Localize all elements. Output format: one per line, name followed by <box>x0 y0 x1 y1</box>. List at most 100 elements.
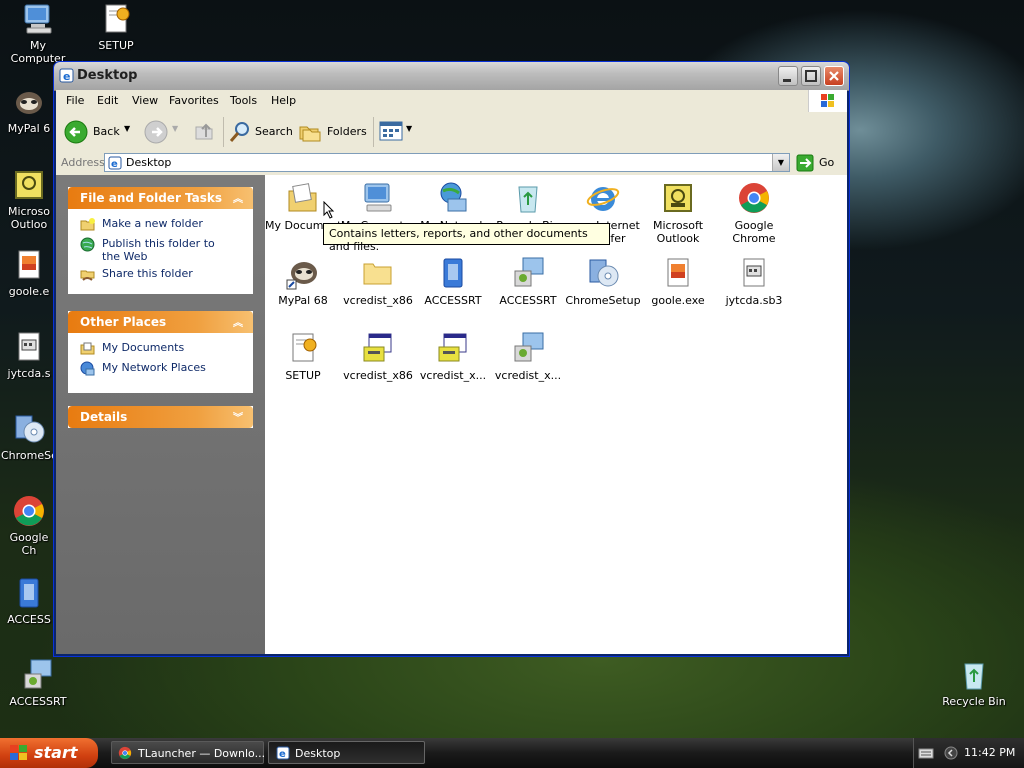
outlook-icon <box>661 181 695 215</box>
internet-explorer-icon <box>586 181 620 215</box>
desktop-icon-mypal[interactable]: MyPal 6 <box>1 85 57 135</box>
chevron-down-icon[interactable]: ▼ <box>406 124 412 133</box>
desktop-icon-label: MyPal 6 <box>7 122 51 135</box>
forward-button[interactable]: ▼ <box>144 120 180 144</box>
search-button[interactable]: Search <box>228 119 293 145</box>
desktop-icon-label: ChromeSe <box>1 449 57 462</box>
file-item[interactable]: vcredist_x... <box>415 331 491 382</box>
desktop-icon-jytcda[interactable]: jytcda.s <box>1 330 57 380</box>
address-dropdown-button[interactable]: ▼ <box>772 154 789 171</box>
expand-chevron-icon: ︾ <box>233 413 243 424</box>
image-file-icon <box>12 248 46 282</box>
taskbar-item-tlauncher[interactable]: TLauncher — Downlo... <box>111 741 265 764</box>
place-my-network-places[interactable]: My Network Places <box>68 359 253 379</box>
desktop-icon-setup[interactable]: SETUP <box>79 2 153 52</box>
keyboard-icon[interactable] <box>918 746 934 760</box>
file-item[interactable]: vcredist_x... <box>490 331 566 382</box>
windows-flag-icon <box>10 745 27 760</box>
title-bar[interactable]: e Desktop <box>54 62 849 91</box>
raccoon-icon <box>12 85 46 119</box>
network-places-icon <box>80 361 95 376</box>
desktop-icon-label: jytcda.s <box>7 367 51 380</box>
file-label: Microsoft Outlook <box>652 219 704 245</box>
file-folder-tasks-header[interactable]: File and Folder Tasks ︽ <box>68 187 253 209</box>
details-header[interactable]: Details ︾ <box>68 406 253 428</box>
menu-help[interactable]: Help <box>271 94 296 107</box>
chevron-down-icon[interactable]: ▼ <box>124 124 130 133</box>
maximize-button[interactable] <box>801 66 821 86</box>
desktop-icon-goole[interactable]: goole.e <box>1 248 57 298</box>
file-folder-tasks-panel: File and Folder Tasks ︽ Make a new folde… <box>68 187 253 294</box>
toolbar-separator <box>223 117 224 147</box>
place-label: My Documents <box>102 341 185 354</box>
menu-view[interactable]: View <box>132 94 158 107</box>
show-hidden-icons-icon[interactable] <box>944 746 958 760</box>
sb3-file-icon <box>737 256 771 290</box>
file-item[interactable]: SETUP <box>265 331 341 382</box>
file-item[interactable]: ACCESSRT <box>415 256 491 307</box>
folders-button[interactable]: Folders <box>298 119 367 145</box>
task-make-new-folder[interactable]: Make a new folder <box>68 215 253 235</box>
other-places-header[interactable]: Other Places ︽ <box>68 311 253 333</box>
views-button[interactable]: ▼ <box>379 120 415 144</box>
task-publish-folder[interactable]: Publish this folder to the Web <box>68 235 253 265</box>
file-item[interactable]: ACCESSRT <box>490 256 566 307</box>
file-item[interactable]: goole.exe <box>640 256 716 307</box>
place-my-documents[interactable]: My Documents <box>68 339 253 359</box>
maximize-icon <box>805 70 817 82</box>
setup-icon <box>99 2 133 36</box>
menu-edit[interactable]: Edit <box>97 94 118 107</box>
menu-favorites[interactable]: Favorites <box>169 94 219 107</box>
file-item[interactable]: Google Chrome <box>716 181 792 245</box>
panel-title: Other Places <box>80 315 167 329</box>
close-button[interactable] <box>824 66 844 86</box>
desktop-icon-accessrt[interactable]: ACCESSRT <box>1 658 75 708</box>
toolbar: Back ▼ ▼ Search Folders ▼ <box>56 112 847 153</box>
menu-bar: File Edit View Favorites Tools Help <box>56 90 847 113</box>
desktop-icon-my-computer[interactable]: My Computer <box>1 2 75 65</box>
desktop-icon-access[interactable]: ACCESS <box>1 576 57 626</box>
folders-icon <box>299 126 321 142</box>
address-input[interactable]: e Desktop ▼ <box>104 153 790 172</box>
desktop-icon-google-chrome[interactable]: Google Ch <box>1 494 57 557</box>
file-item[interactable]: MyPal 68 <box>265 256 341 307</box>
desktop-icon-label: SETUP <box>98 39 134 52</box>
taskbar: start TLauncher — Downlo... e Desktop 11… <box>0 738 1024 768</box>
toolbar-separator <box>373 117 374 147</box>
svg-text:e: e <box>63 70 70 83</box>
start-button[interactable]: start <box>0 738 98 768</box>
task-share-folder[interactable]: Share this folder <box>68 265 253 285</box>
file-item[interactable]: vcredist_x86 <box>340 256 416 307</box>
clock[interactable]: 11:42 PM <box>964 746 1015 759</box>
file-item[interactable]: jytcda.sb3 <box>716 256 792 307</box>
chrome-icon <box>737 181 771 215</box>
go-button[interactable]: Go <box>794 153 844 173</box>
file-item[interactable]: vcredist_x86 <box>340 331 416 382</box>
back-button[interactable]: Back ▼ <box>64 119 130 145</box>
explorer-window[interactable]: e Desktop File Edit View Favorites Tools… <box>53 61 850 657</box>
minimize-button[interactable] <box>778 66 798 86</box>
file-item[interactable]: Microsoft Outlook <box>640 181 716 245</box>
panel-title: Details <box>80 410 128 424</box>
menu-tools[interactable]: Tools <box>230 94 257 107</box>
taskbar-item-desktop[interactable]: e Desktop <box>268 741 425 764</box>
menu-file[interactable]: File <box>66 94 84 107</box>
access-icon <box>436 256 470 290</box>
file-label: vcredist_x... <box>494 369 562 382</box>
file-label: ACCESSRT <box>499 294 557 307</box>
new-folder-icon <box>80 218 95 231</box>
file-label: MyPal 68 <box>278 294 328 307</box>
desktop-icon-label: Microso Outloo <box>7 205 51 231</box>
desktop-icon-recycle-bin[interactable]: Recycle Bin <box>937 658 1011 708</box>
chevron-down-icon[interactable]: ▼ <box>172 124 178 133</box>
file-label: vcredist_x86 <box>343 369 413 382</box>
taskbar-item-label: Desktop <box>295 747 341 760</box>
views-icon <box>379 121 403 141</box>
file-item[interactable]: ChromeSetup <box>565 256 641 307</box>
desktop-icon-outlook[interactable]: Microso Outloo <box>1 168 57 231</box>
desktop-icon-chromesetup[interactable]: ChromeSe <box>1 412 57 462</box>
up-folder-button[interactable] <box>192 119 218 145</box>
file-label: jytcda.sb3 <box>725 294 783 307</box>
desktop-icon-label: Recycle Bin <box>942 695 1006 708</box>
address-value: Desktop <box>126 156 172 169</box>
